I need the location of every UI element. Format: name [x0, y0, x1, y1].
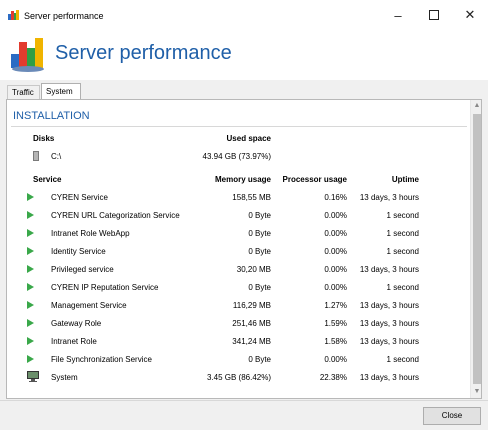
page-title: Server performance: [55, 42, 232, 64]
service-running-icon: [27, 319, 34, 327]
service-name: CYREN IP Reputation Service: [51, 283, 159, 292]
service-processor: 0.00%: [324, 211, 347, 220]
system-name: System: [51, 373, 78, 382]
service-name: Gateway Role: [51, 319, 102, 328]
service-running-icon: [27, 265, 34, 273]
disks-header: Disks: [33, 134, 55, 143]
server-performance-icon: [11, 38, 44, 72]
service-memory: 251,46 MB: [232, 319, 271, 328]
service-row: CYREN IP Reputation Service 0 Byte 0.00%…: [7, 278, 467, 296]
service-running-icon: [27, 337, 34, 345]
service-processor: 0.00%: [324, 265, 347, 274]
server-performance-icon: [8, 10, 19, 20]
used-space-header: Used space: [226, 134, 271, 143]
memory-header: Memory usage: [214, 175, 271, 184]
service-row: CYREN URL Categorization Service 0 Byte …: [7, 206, 467, 224]
system-processor: 22.38%: [319, 373, 347, 382]
close-button[interactable]: Close: [423, 407, 481, 425]
system-uptime: 13 days, 3 hours: [359, 373, 419, 382]
scroll-thumb[interactable]: [473, 114, 481, 384]
tab-traffic[interactable]: Traffic: [7, 85, 40, 100]
service-running-icon: [27, 211, 34, 219]
service-row: Gateway Role 251,46 MB 1.59% 13 days, 3 …: [7, 314, 467, 332]
service-uptime: 1 second: [386, 211, 419, 220]
service-name: Privileged service: [51, 265, 114, 274]
scroll-up-icon[interactable]: ▲: [471, 100, 481, 112]
service-processor: 1.58%: [324, 337, 347, 346]
system-panel: INSTALLATION Disks Used space C:\ 43.94 …: [6, 99, 482, 399]
service-processor: 1.59%: [324, 319, 347, 328]
service-name: Management Service: [51, 301, 127, 310]
system-memory: 3.45 GB (86.42%): [206, 373, 271, 382]
minimize-button[interactable]: –: [380, 0, 416, 30]
disk-row: C:\ 43.94 GB (73.97%): [7, 147, 467, 165]
section-title: INSTALLATION: [13, 110, 90, 122]
service-running-icon: [27, 283, 34, 291]
service-row: Privileged service 30,20 MB 0.00% 13 day…: [7, 260, 467, 278]
tab-system[interactable]: System: [41, 83, 81, 100]
service-memory: 0 Byte: [248, 355, 271, 364]
service-uptime: 13 days, 3 hours: [359, 301, 419, 310]
maximize-icon: [429, 10, 439, 20]
service-running-icon: [27, 301, 34, 309]
service-running-icon: [27, 229, 34, 237]
service-processor: 0.00%: [324, 229, 347, 238]
close-icon: ✕: [464, 7, 476, 22]
service-memory: 0 Byte: [248, 283, 271, 292]
disk-used: 43.94 GB (73.97%): [202, 152, 271, 161]
service-memory: 116,29 MB: [232, 301, 271, 310]
divider: [11, 126, 467, 127]
service-name: Intranet Role: [51, 337, 97, 346]
disk-name: C:\: [51, 152, 62, 161]
service-uptime: 13 days, 3 hours: [359, 337, 419, 346]
dialog-header: Server performance: [0, 30, 488, 80]
vertical-scrollbar[interactable]: ▲ ▼: [470, 100, 481, 398]
service-name: File Synchronization Service: [51, 355, 152, 364]
service-uptime: 1 second: [386, 283, 419, 292]
service-uptime: 1 second: [386, 355, 419, 364]
service-memory: 0 Byte: [248, 229, 271, 238]
service-uptime: 13 days, 3 hours: [359, 193, 419, 202]
dialog-footer: [0, 400, 488, 430]
service-name: CYREN Service: [51, 193, 108, 202]
minimize-icon: –: [394, 7, 402, 23]
service-name: Identity Service: [51, 247, 106, 256]
title-bar: Server performance – ✕: [0, 0, 488, 30]
service-row: Management Service 116,29 MB 1.27% 13 da…: [7, 296, 467, 314]
service-memory: 341,24 MB: [232, 337, 271, 346]
service-row: Intranet Role 341,24 MB 1.58% 13 days, 3…: [7, 332, 467, 350]
service-name: CYREN URL Categorization Service: [51, 211, 180, 220]
service-processor: 0.16%: [324, 193, 347, 202]
service-processor: 0.00%: [324, 355, 347, 364]
window-title: Server performance: [24, 11, 104, 21]
service-memory: 0 Byte: [248, 211, 271, 220]
service-running-icon: [27, 355, 34, 363]
processor-header: Processor usage: [282, 175, 347, 184]
service-row: Intranet Role WebApp 0 Byte 0.00% 1 seco…: [7, 224, 467, 242]
service-row: CYREN Service 158,55 MB 0.16% 13 days, 3…: [7, 188, 467, 206]
service-row: Identity Service 0 Byte 0.00% 1 second: [7, 242, 467, 260]
service-uptime: 13 days, 3 hours: [359, 319, 419, 328]
service-uptime: 1 second: [386, 229, 419, 238]
service-running-icon: [27, 193, 34, 201]
service-uptime: 13 days, 3 hours: [359, 265, 419, 274]
maximize-button[interactable]: [416, 0, 452, 30]
service-processor: 1.27%: [324, 301, 347, 310]
service-memory: 158,55 MB: [232, 193, 271, 202]
monitor-icon: [27, 371, 39, 382]
service-header: Service: [33, 175, 62, 184]
system-row: System 3.45 GB (86.42%) 22.38% 13 days, …: [7, 368, 467, 386]
service-running-icon: [27, 247, 34, 255]
service-name: Intranet Role WebApp: [51, 229, 130, 238]
uptime-header: Uptime: [391, 175, 419, 184]
service-processor: 0.00%: [324, 247, 347, 256]
scroll-down-icon[interactable]: ▼: [471, 386, 481, 398]
service-processor: 0.00%: [324, 283, 347, 292]
close-window-button[interactable]: ✕: [452, 0, 488, 30]
disk-drive-icon: [33, 151, 39, 161]
service-uptime: 1 second: [386, 247, 419, 256]
service-row: File Synchronization Service 0 Byte 0.00…: [7, 350, 467, 368]
service-memory: 0 Byte: [248, 247, 271, 256]
service-memory: 30,20 MB: [236, 265, 271, 274]
